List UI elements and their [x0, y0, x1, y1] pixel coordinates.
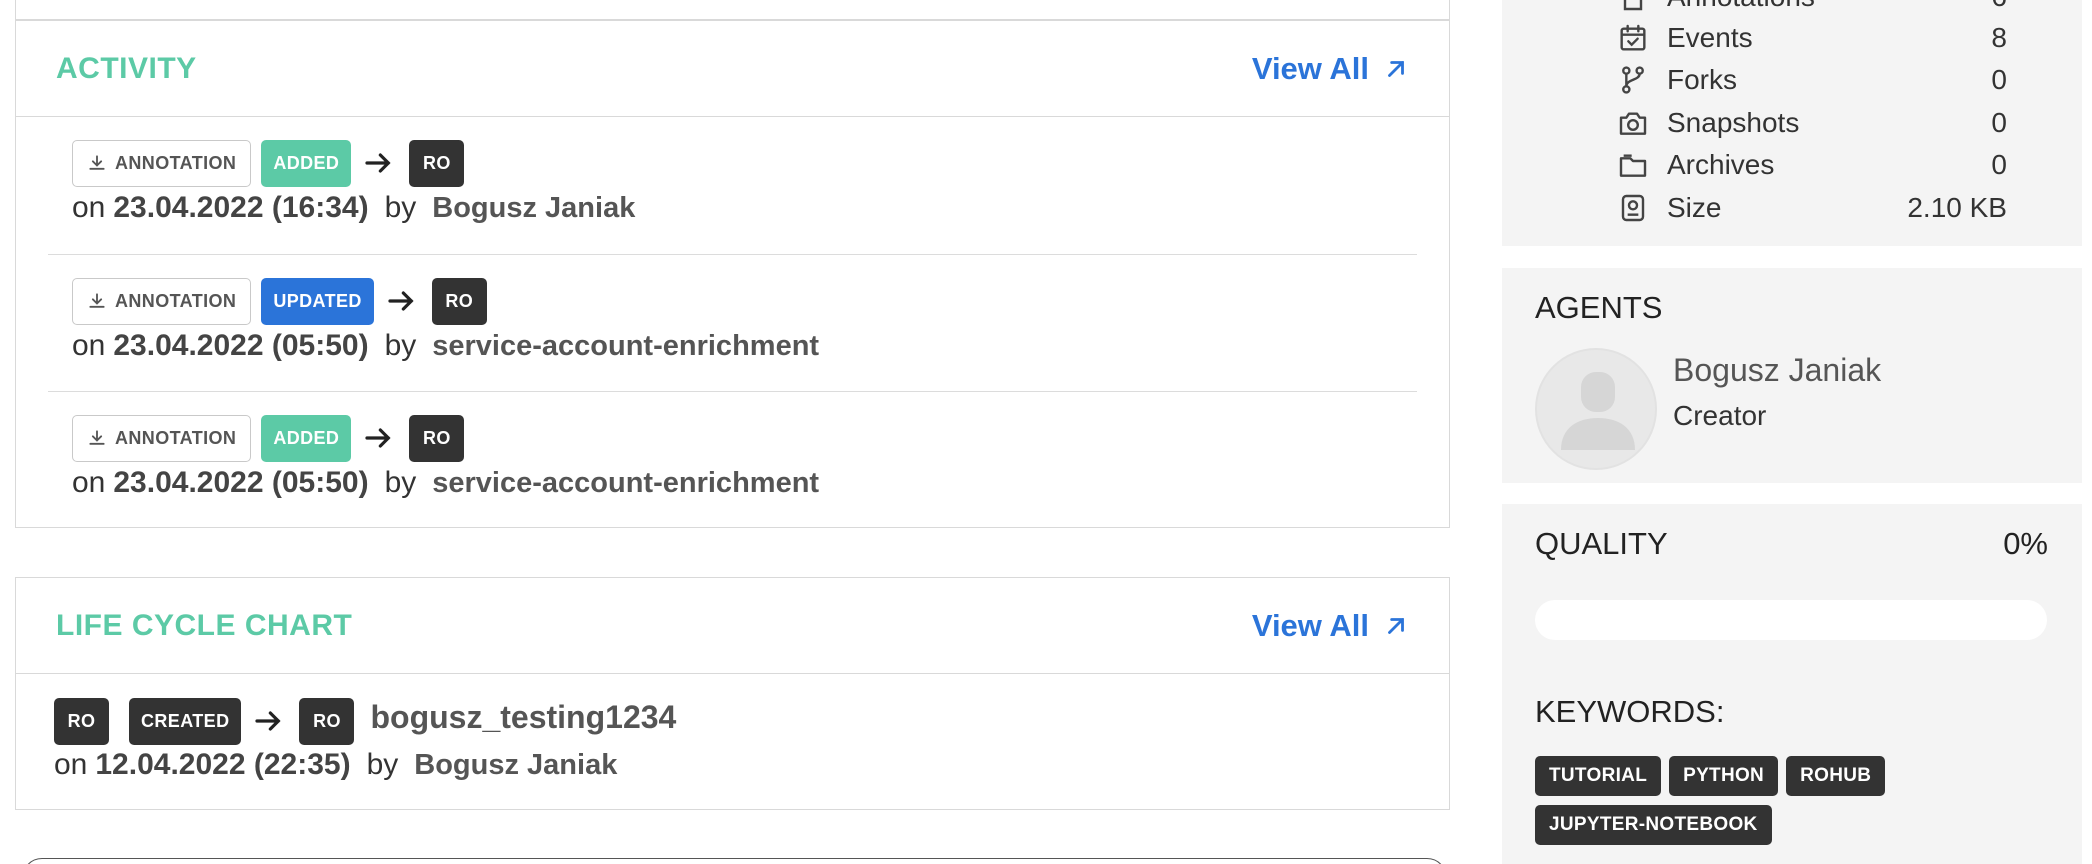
keyword-tag[interactable]: ROHUB: [1786, 756, 1886, 796]
created-badge: CREATED: [129, 697, 242, 745]
activity-user[interactable]: service-account-enrichment: [432, 467, 819, 500]
drive-icon: [1621, 194, 1645, 222]
ro-badge[interactable]: RO: [409, 414, 465, 462]
arrow-right-icon: [255, 711, 282, 731]
ro-badge[interactable]: RO: [299, 697, 355, 745]
lifecycle-date: 12.04.2022 (22:35): [95, 748, 351, 781]
view-all-label: View All: [1251, 607, 1369, 643]
activity-title: ACTIVITY: [56, 51, 197, 85]
activity-item: ANNOTATION ADDED RO on 23.04.2022 (16:34…: [48, 117, 1417, 254]
stat-row-snapshots: Snapshots 0: [1617, 102, 2007, 144]
updated-badge: UPDATED: [261, 277, 374, 325]
keyword-list: TUTORIAL PYTHON ROHUB JUPYTER-NOTEBOOK: [1535, 756, 2055, 845]
activity-item: ANNOTATION ADDED RO on 23.04.2022 (05:50…: [48, 391, 1417, 528]
quality-value: 0%: [2003, 526, 2048, 561]
stat-row-forks: Forks 0: [1617, 59, 2007, 101]
stat-value: 8: [1991, 22, 2007, 53]
added-badge: ADDED: [261, 414, 352, 462]
arrow-up-right-icon: [1388, 60, 1404, 77]
activity-view-all-link[interactable]: View All: [1252, 51, 1409, 87]
download-icon: [89, 430, 105, 445]
by-label: by: [384, 191, 417, 224]
stat-label: Snapshots: [1667, 107, 1800, 138]
on-label: on: [72, 329, 106, 362]
camera-icon: [1619, 112, 1647, 135]
on-label: on: [54, 748, 88, 781]
stat-row-archives: Archives 0: [1617, 144, 2007, 186]
activity-user[interactable]: service-account-enrichment: [432, 330, 819, 363]
activity-date: 23.04.2022 (05:50): [113, 466, 369, 499]
added-badge: ADDED: [261, 139, 352, 187]
keyword-tag[interactable]: JUPYTER-NOTEBOOK: [1535, 805, 1772, 845]
ro-badge[interactable]: RO: [409, 139, 465, 187]
on-label: on: [72, 466, 106, 499]
quality-title: QUALITY: [1535, 526, 1668, 561]
user-silhouette-icon: [1561, 372, 1635, 450]
activity-date: 23.04.2022 (16:34): [113, 191, 369, 224]
annotation-chip[interactable]: ANNOTATION: [72, 139, 252, 187]
keyword-tag[interactable]: PYTHON: [1669, 756, 1779, 796]
next-section-pill[interactable]: [22, 858, 1447, 864]
arrow-right-icon: [365, 428, 391, 448]
lifecycle-view-all-link[interactable]: View All: [1252, 608, 1409, 644]
keyword-tag[interactable]: TUTORIAL: [1535, 756, 1662, 796]
agents-title: AGENTS: [1535, 290, 1663, 325]
ro-badge[interactable]: RO: [431, 277, 487, 325]
activity-header: ACTIVITY View All: [16, 21, 1449, 117]
activity-item: ANNOTATION UPDATED RO on 23.04.2022 (05:…: [48, 254, 1417, 391]
ro-name-link[interactable]: bogusz_testing1234: [370, 699, 676, 736]
stat-value: 0: [1991, 107, 2007, 138]
arrow-right-icon: [388, 291, 414, 311]
stat-row-annotations: Annotations 6: [1617, 0, 2007, 18]
by-label: by: [366, 748, 399, 781]
folder-icon: [1619, 154, 1647, 177]
arrow-right-icon: [365, 153, 391, 173]
previous-card-bottom: [15, 0, 1450, 20]
activity-date: 23.04.2022 (05:50): [113, 329, 369, 362]
stat-label: Size: [1667, 192, 1722, 223]
download-icon: [89, 155, 105, 170]
stat-label: Events: [1667, 22, 1753, 53]
activity-user[interactable]: Bogusz Janiak: [432, 192, 635, 225]
agent-role: Creator: [1673, 400, 1767, 431]
stat-row-events: Events 8: [1617, 17, 2007, 59]
fork-icon: [1622, 66, 1644, 94]
stat-value: 0: [1991, 64, 2007, 95]
on-label: on: [72, 191, 106, 224]
stat-value: 2.10 KB: [1907, 192, 2007, 223]
annotation-chip-label: ANNOTATION: [115, 290, 237, 311]
stat-label: Annotations: [1667, 0, 1991, 13]
stat-value: 0: [1991, 149, 2007, 180]
annotation-chip[interactable]: ANNOTATION: [72, 414, 252, 462]
stat-label: Archives: [1667, 149, 1775, 180]
lifecycle-title: LIFE CYCLE CHART: [56, 608, 353, 642]
activity-card: ACTIVITY View All ANNOTATION ADDED RO on…: [15, 20, 1450, 528]
lifecycle-header: LIFE CYCLE CHART View All: [16, 578, 1449, 674]
stat-row-size: Size 2.10 KB: [1617, 187, 2007, 229]
agent-name[interactable]: Bogusz Janiak: [1673, 352, 1881, 389]
annotation-chip-label: ANNOTATION: [115, 152, 237, 173]
ro-badge[interactable]: RO: [54, 697, 109, 745]
keywords-title: KEYWORDS:: [1535, 694, 1725, 729]
quality-panel: QUALITY 0% KEYWORDS: TUTORIAL PYTHON ROH…: [1502, 504, 2082, 864]
stats-panel: Annotations 6 Events 8 Forks 0 Snapshots…: [1502, 0, 2082, 246]
annotation-chip-label: ANNOTATION: [115, 427, 237, 448]
calendar-check-icon: [1620, 24, 1646, 51]
agents-panel: AGENTS Bogusz Janiak Creator: [1502, 268, 2082, 483]
quality-progress-bar: [1535, 600, 2047, 640]
lifecycle-card: LIFE CYCLE CHART View All RO CREATED RO …: [15, 577, 1450, 810]
avatar[interactable]: [1535, 348, 1657, 470]
arrow-up-right-icon: [1388, 617, 1404, 634]
annotation-chip[interactable]: ANNOTATION: [72, 277, 252, 325]
by-label: by: [384, 466, 417, 499]
annotation-file-icon: [1623, 0, 1643, 11]
stat-label: Forks: [1667, 64, 1737, 95]
stat-value: 6: [1991, 0, 2007, 13]
view-all-label: View All: [1251, 50, 1369, 86]
by-label: by: [384, 329, 417, 362]
lifecycle-user[interactable]: Bogusz Janiak: [414, 749, 617, 782]
download-icon: [89, 293, 105, 308]
